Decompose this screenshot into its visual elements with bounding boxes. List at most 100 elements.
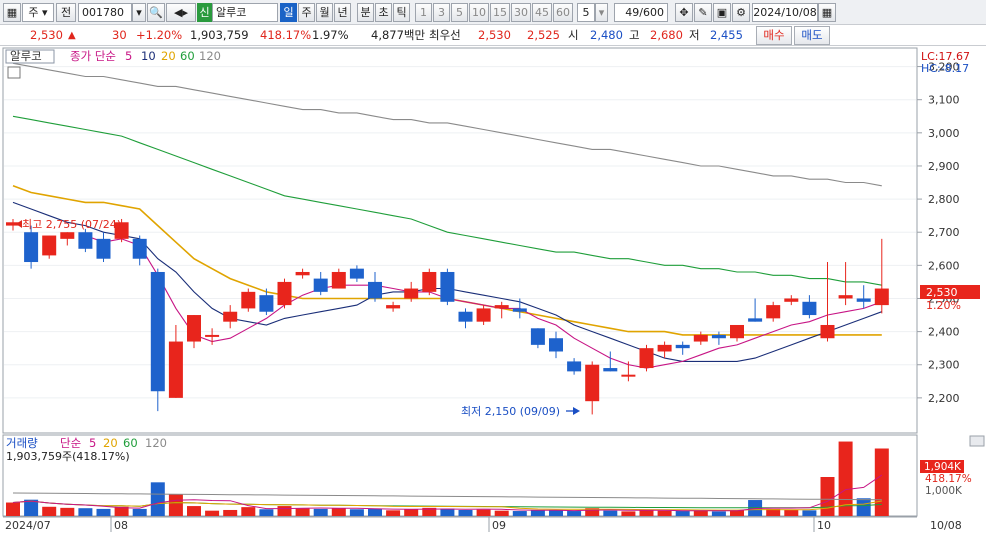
candle-body	[168, 341, 183, 398]
volume-bar	[132, 508, 147, 516]
ma120-label: 120	[199, 49, 221, 63]
candle-body	[549, 338, 563, 352]
y-tick-label: 2,900	[928, 160, 960, 173]
interval-15[interactable]: 15	[490, 3, 510, 22]
price-ma-label: 종가 단순	[70, 49, 116, 63]
volume-bar	[657, 510, 672, 516]
stock-code-input[interactable]: 001780	[78, 3, 132, 22]
market-select-value: 주	[28, 6, 39, 19]
x-label-10: 10	[817, 519, 831, 532]
volume-bar	[530, 510, 545, 516]
grid-menu-icon[interactable]: ▦	[3, 3, 21, 22]
last-price-tag-text: 2,530	[926, 286, 958, 299]
all-button[interactable]: 전	[56, 3, 76, 22]
period-year[interactable]: 년	[334, 3, 351, 22]
candle-body	[295, 271, 310, 276]
period-minute[interactable]: 분	[357, 3, 374, 22]
sell-button[interactable]: 매도	[794, 26, 830, 45]
candle-body	[404, 288, 419, 299]
volume-value: 1,903,759	[190, 28, 249, 42]
interval-60[interactable]: 60	[553, 3, 573, 22]
volume-bar	[42, 506, 57, 516]
table-view-icon[interactable]	[7, 66, 21, 79]
volume-bar	[368, 508, 382, 516]
current-price: 2,530	[30, 28, 63, 42]
interval-10[interactable]: 10	[469, 3, 489, 22]
last-volume-tag-text: 1,904K	[924, 461, 962, 473]
candle-body	[621, 374, 636, 377]
stock-name-field[interactable]: 알루코	[212, 3, 278, 22]
volume-summary: 1,903,759주(418.17%)	[6, 450, 130, 463]
last-price-pct: 1.20%	[926, 299, 961, 312]
x-label-08: 08	[114, 519, 128, 532]
chart-area[interactable]: 2,2002,3002,4002,5002,6002,7002,8002,900…	[0, 46, 986, 537]
candle-body	[331, 271, 346, 289]
candle-body	[657, 344, 672, 352]
period-month[interactable]: 월	[316, 3, 333, 22]
volume-bar	[96, 508, 111, 516]
quote-bar: 2,530 ▲ 30 +1.20% 1,903,759 418.17% 1.97…	[0, 25, 986, 46]
y-tick-label: 2,300	[928, 359, 960, 372]
vol-ma20-label: 20	[103, 436, 118, 450]
candle-body	[205, 334, 220, 337]
candle-body	[693, 334, 708, 342]
open-label: 시	[568, 28, 579, 42]
settings-gear-icon[interactable]: ⚙	[732, 3, 750, 22]
expand-panel-icon[interactable]	[969, 435, 985, 447]
last-volume-pct: 418.17%	[925, 473, 972, 485]
y-tick-label: 3,100	[928, 94, 960, 107]
price-change: 30	[112, 28, 127, 42]
candle-body	[368, 281, 382, 299]
candle-body	[24, 232, 39, 263]
interval-input[interactable]: 5	[577, 3, 595, 22]
calendar-icon[interactable]: ▦	[818, 3, 836, 22]
volume-bar	[603, 510, 618, 516]
volume-bar	[60, 507, 75, 516]
interval-30[interactable]: 30	[511, 3, 531, 22]
open-price: 2,480	[590, 28, 623, 42]
buy-button[interactable]: 매수	[756, 26, 792, 45]
candle-body	[132, 238, 147, 259]
date-axis: 2024/07 08 09 10 10/08	[5, 517, 962, 532]
candle-body	[802, 301, 817, 316]
high-marker: 최고 2,755 (07/24)	[22, 218, 121, 231]
candle-body	[259, 295, 274, 312]
period-day[interactable]: 일	[280, 3, 297, 22]
volume-bar	[856, 498, 871, 516]
market-select[interactable]: 주 ▾	[22, 3, 54, 22]
chart-canvas[interactable]: 2,2002,3002,4002,5002,6002,7002,8002,900…	[0, 46, 986, 537]
crosshair-icon[interactable]: ✥	[675, 3, 693, 22]
speaker-icon[interactable]: ◀▸	[166, 3, 196, 22]
period-second[interactable]: 초	[375, 3, 392, 22]
interval-3[interactable]: 3	[433, 3, 450, 22]
period-tick[interactable]: 틱	[393, 3, 410, 22]
candle-body	[42, 235, 57, 256]
candle-body	[440, 271, 455, 302]
period-week[interactable]: 주	[298, 3, 315, 22]
volume-bar	[24, 499, 39, 516]
y-tick-label: 2,600	[928, 259, 960, 272]
draw-tools-icon[interactable]: ✎	[694, 3, 712, 22]
candle-body	[349, 268, 364, 279]
volume-bar	[874, 448, 889, 516]
vol-ma60-label: 60	[123, 436, 138, 450]
volume-bar	[386, 510, 401, 516]
volume-bar	[512, 511, 527, 516]
best-bid: 2,525	[527, 28, 560, 42]
price-panel-title: 알루코	[10, 49, 42, 63]
date-field[interactable]: 2024/10/08	[752, 3, 818, 22]
interval-1[interactable]: 1	[415, 3, 432, 22]
best-quote-label: 최우선	[429, 28, 461, 42]
volume-bar	[639, 509, 654, 516]
save-icon[interactable]: ▣	[713, 3, 731, 22]
volume-bar	[784, 509, 799, 516]
search-icon[interactable]: 🔍	[147, 3, 165, 22]
vol-ma5-label: 5	[89, 436, 96, 450]
x-label-last-date: 10/08	[930, 519, 962, 532]
volume-bar	[802, 510, 817, 516]
candle-body	[874, 288, 889, 306]
code-dropdown-icon[interactable]: ▾	[132, 3, 146, 22]
interval-5[interactable]: 5	[451, 3, 468, 22]
interval-dropdown-icon[interactable]: ▾	[595, 3, 608, 22]
interval-45[interactable]: 45	[532, 3, 552, 22]
